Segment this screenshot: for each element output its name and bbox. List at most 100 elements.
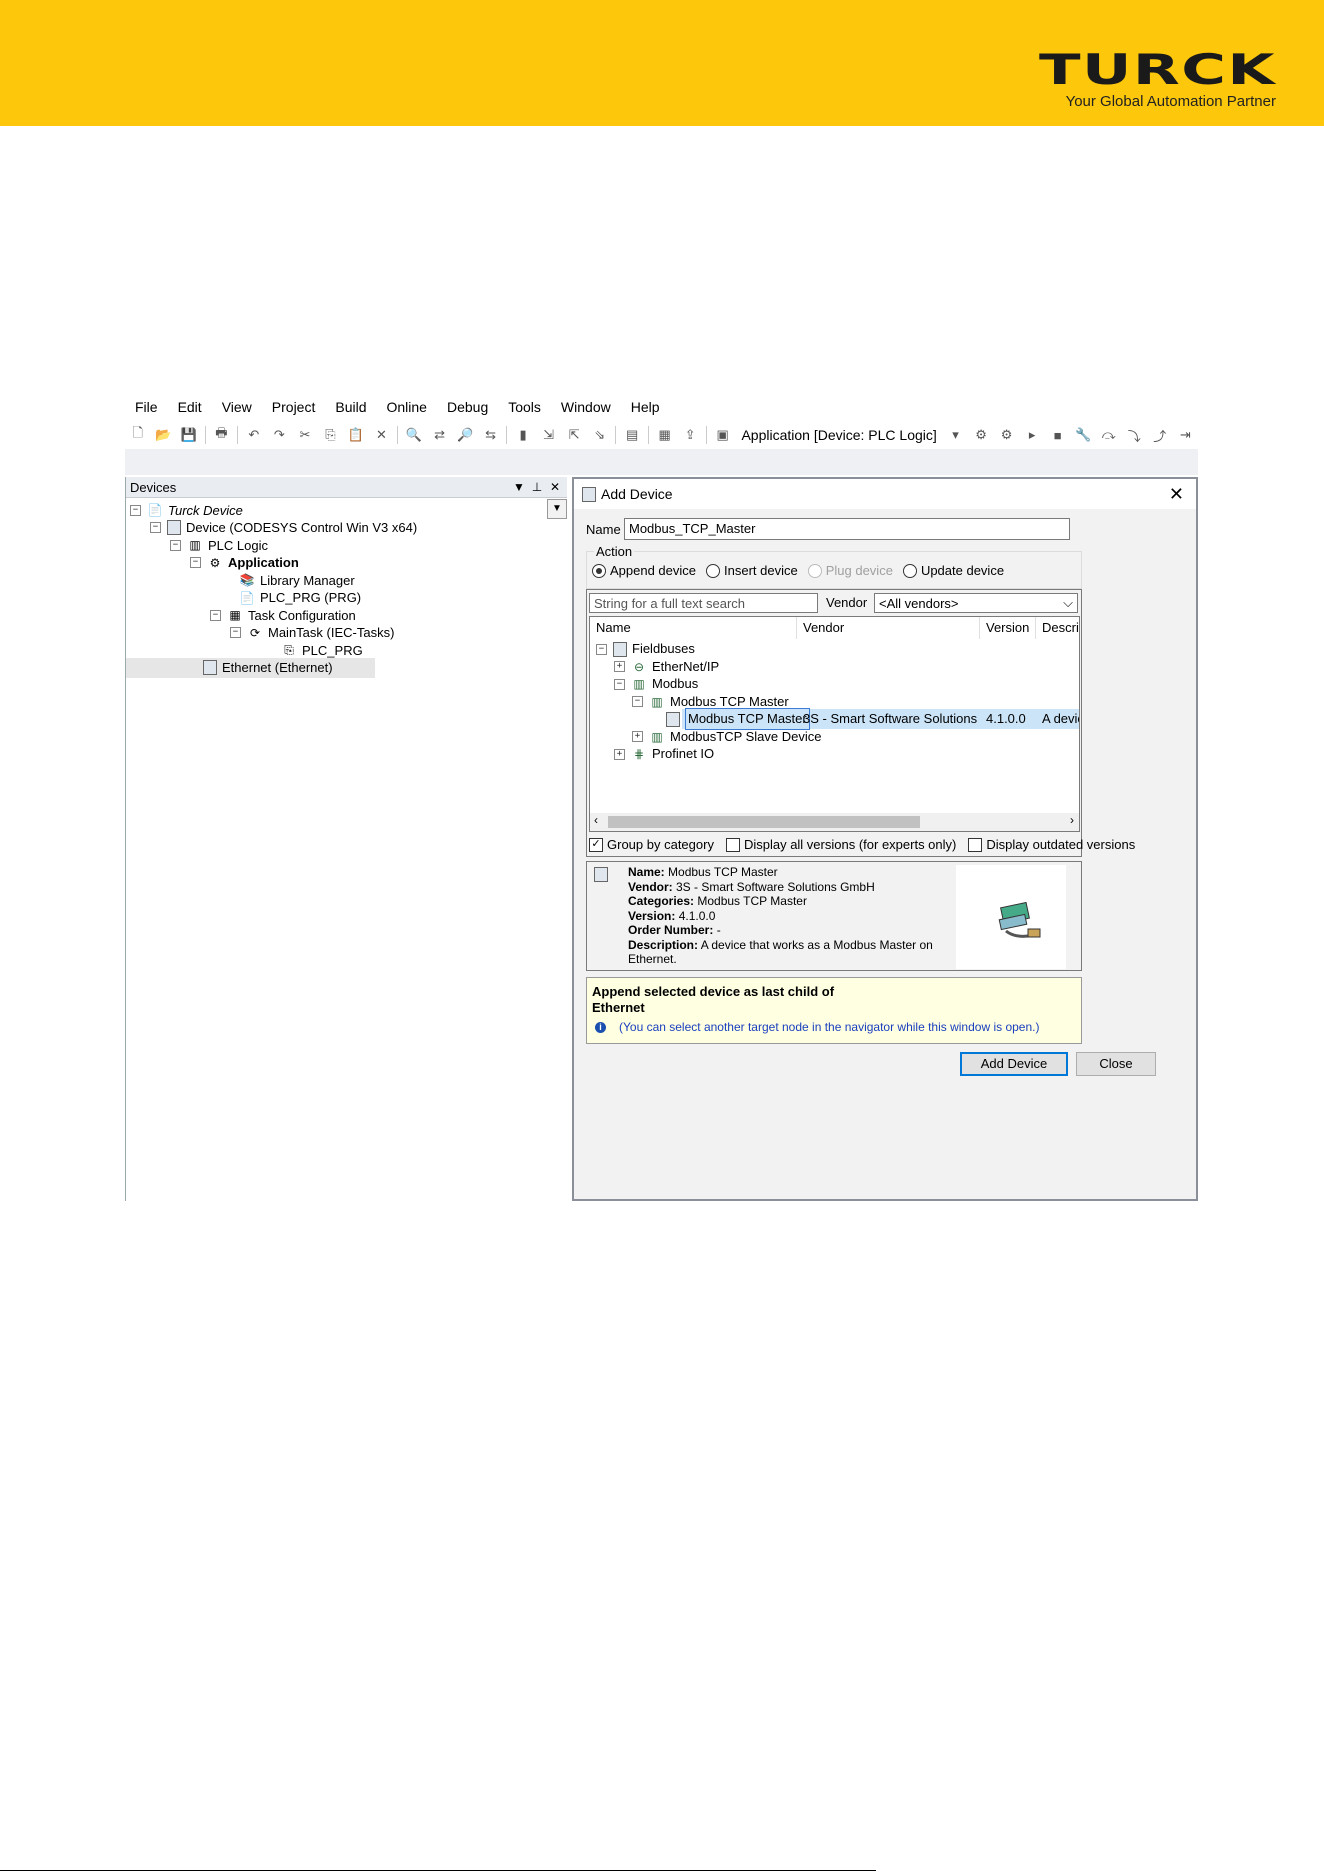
calculator-icon[interactable]: ▣ [713, 425, 733, 445]
collapse-icon[interactable]: − [190, 557, 201, 568]
collapse-icon[interactable]: − [170, 539, 181, 551]
tree-item[interactable]: Ethernet (Ethernet) [126, 657, 375, 678]
close-icon[interactable]: ✕ [1169, 484, 1184, 505]
collapse-icon[interactable]: − [230, 627, 241, 638]
redo-icon[interactable]: ↷ [270, 425, 290, 445]
replace-icon[interactable]: ⇄ [430, 425, 450, 445]
login-icon[interactable]: ⚙ [971, 425, 991, 445]
full-text-search-input[interactable]: String for a full text search [589, 593, 818, 613]
collapse-icon[interactable]: − [130, 504, 141, 516]
menu-item-view[interactable]: View [212, 393, 262, 421]
checkbox-empty[interactable] [968, 837, 983, 852]
open-folder-icon[interactable]: 📂 [154, 425, 174, 445]
step-into-icon[interactable]: ⤵ [1125, 425, 1145, 445]
menu-item-project[interactable]: Project [262, 393, 326, 421]
device-name-input[interactable]: Modbus_TCP_Master [624, 518, 1070, 540]
print-icon[interactable]: 🖶 [212, 425, 232, 445]
replace-in-project-icon[interactable]: ⇆ [481, 425, 501, 445]
collapse-icon[interactable]: − [150, 522, 161, 533]
logo-wordmark: TURCK [1038, 45, 1276, 94]
stop-icon[interactable]: ■ [1048, 425, 1068, 445]
device-list-name-cell[interactable]: + ⋕ Profinet IO [614, 744, 714, 764]
radio-label: Append device [610, 563, 697, 578]
close-button[interactable]: Close [1076, 1052, 1156, 1076]
wrench-icon[interactable]: 🔧 [1073, 425, 1093, 445]
collapse-icon[interactable]: − [632, 696, 643, 707]
scroll-left-icon[interactable]: ‹ [594, 813, 598, 827]
start-icon[interactable]: ▸ [1022, 425, 1042, 445]
menu-item-debug[interactable]: Debug [437, 393, 498, 421]
cut-icon[interactable]: ✂ [295, 425, 315, 445]
step-out-icon[interactable]: ⤴ [1150, 425, 1170, 445]
option-checkbox-2[interactable]: Display all versions (for experts only) [725, 837, 956, 852]
collapse-icon[interactable]: − [614, 678, 625, 690]
menu-item-help[interactable]: Help [621, 393, 670, 421]
copy-icon[interactable]: ⎘ [321, 425, 341, 445]
expand-icon[interactable]: + [614, 748, 625, 760]
expand-icon[interactable]: + [614, 661, 625, 672]
step-over-icon[interactable]: ⤼ [1099, 425, 1119, 445]
close-icon[interactable]: ✕ [547, 480, 563, 494]
info-key: Description: [628, 937, 699, 952]
header-banner: TURCK Your Global Automation Partner [0, 0, 1324, 126]
scrollbar-thumb[interactable] [608, 816, 920, 828]
build-icon[interactable]: ▤ [622, 425, 642, 445]
pin-icon[interactable]: ⊥ [529, 480, 545, 494]
device-info-line: Name: Modbus TCP Master [628, 865, 948, 880]
run-to-cursor-icon[interactable]: ⇥ [1176, 425, 1196, 445]
save-icon[interactable]: 💾 [179, 425, 199, 445]
checkbox-empty[interactable] [725, 837, 740, 852]
column-header-descrip[interactable]: Descrip [1036, 617, 1079, 639]
action-radio-update-device[interactable]: Update device [902, 563, 1004, 578]
vendor-label: Vendor [826, 595, 868, 610]
compile-icon[interactable]: ▦ [655, 425, 675, 445]
scroll-right-icon[interactable]: › [1070, 813, 1074, 827]
menu-item-tools[interactable]: Tools [498, 393, 551, 421]
new-project-icon[interactable]: 🗋 [128, 425, 148, 445]
previous-bookmark-icon[interactable]: ⇱ [564, 425, 584, 445]
dialog-title: Add Device [601, 486, 673, 502]
menu-item-file[interactable]: File [125, 393, 168, 421]
delete-icon[interactable]: ✕ [372, 425, 392, 445]
find-icon[interactable]: 🔍 [404, 425, 424, 445]
tree-item-label: Device (CODESYS Control Win V3 x64) [186, 520, 418, 535]
device-list: ‹ › NameVendorVersionDescrip−Fieldbuses+… [589, 616, 1080, 832]
option-checkbox-1[interactable]: ✓ Group by category [589, 837, 714, 852]
next-bookmark-icon[interactable]: ⇲ [539, 425, 559, 445]
menu-item-online[interactable]: Online [377, 393, 437, 421]
devices-tree: ▼ − 📄 Turck Device − Device (CODESYS Control… [126, 498, 567, 1198]
column-header-version[interactable]: Version [980, 617, 1036, 639]
vendor-select[interactable]: <All vendors> ⌵ [874, 593, 1078, 613]
device-icon [167, 520, 181, 535]
chevron-down-icon[interactable]: ▼ [511, 480, 527, 494]
paste-icon[interactable]: 📋 [346, 425, 366, 445]
column-header-vendor[interactable]: Vendor [797, 617, 980, 639]
collapse-icon[interactable]: − [596, 643, 607, 655]
action-radio-append-device[interactable]: Append device [592, 563, 696, 578]
logout-icon[interactable]: ⚙ [997, 425, 1017, 445]
device-info-line: Categories: Modbus TCP Master [628, 894, 948, 909]
menu-item-window[interactable]: Window [551, 393, 621, 421]
bookmark-icon[interactable]: ▮ [513, 425, 533, 445]
toolbar-separator [204, 426, 206, 444]
column-header-name[interactable]: Name [590, 617, 797, 639]
add-device-button[interactable]: Add Device [960, 1052, 1068, 1076]
info-key: Vendor: [628, 879, 673, 894]
tree-item-label: Library Manager [260, 572, 355, 588]
menu-item-edit[interactable]: Edit [168, 393, 212, 421]
horizontal-scrollbar[interactable]: ‹ › [590, 813, 1079, 831]
action-radio-insert-device[interactable]: Insert device [706, 563, 798, 578]
menu-item-build[interactable]: Build [325, 393, 376, 421]
expand-icon[interactable]: + [632, 731, 643, 742]
tree-dropdown-button[interactable]: ▼ [547, 499, 567, 519]
collapse-icon[interactable]: − [210, 609, 221, 621]
export-icon[interactable]: ⇪ [680, 425, 700, 445]
option-checkbox-3[interactable]: Display outdated versions [968, 837, 1135, 852]
chevron-down-icon: ⌵ [1063, 595, 1073, 610]
clear-bookmarks-icon[interactable]: ⇘ [590, 425, 610, 445]
active-application-combo[interactable]: Application [Device: PLC Logic] [741, 427, 936, 443]
chevron-down-icon[interactable]: ▾ [946, 425, 966, 445]
find-in-project-icon[interactable]: 🔎 [455, 425, 475, 445]
checkmark-icon[interactable]: ✓ [589, 837, 603, 852]
undo-icon[interactable]: ↶ [244, 425, 264, 445]
